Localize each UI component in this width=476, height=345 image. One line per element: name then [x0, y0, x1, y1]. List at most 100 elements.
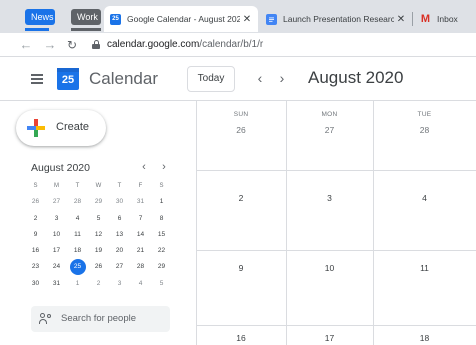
close-tab-icon[interactable]: ✕	[394, 14, 408, 25]
mini-calendar-today[interactable]: 25	[67, 259, 88, 276]
search-people-placeholder: Search for people	[61, 313, 136, 324]
tab-group-news[interactable]: News	[25, 9, 55, 25]
main-menu-icon[interactable]	[31, 74, 43, 84]
day-cell-number[interactable]: 11	[373, 263, 476, 273]
mini-calendar-week-row: 26 27 28 29 30 31 1	[25, 194, 172, 210]
mini-calendar-day[interactable]: 28	[67, 194, 88, 210]
calendar-favicon-icon: 25	[110, 13, 121, 25]
mini-calendar-day[interactable]: 28	[130, 259, 151, 275]
mini-calendar-day[interactable]: 27	[46, 194, 67, 210]
day-cell-number[interactable]: 9	[196, 263, 286, 273]
mini-calendar-day[interactable]: 19	[88, 243, 109, 259]
mini-calendar-day[interactable]: 9	[25, 227, 46, 243]
mini-calendar-weekday: T	[117, 183, 122, 189]
mini-calendar-day[interactable]: 18	[67, 243, 88, 259]
mini-calendar-day[interactable]: 5	[88, 211, 109, 227]
mini-calendar-next-icon[interactable]: ›	[158, 160, 170, 174]
mini-calendar-day[interactable]: 6	[109, 211, 130, 227]
tab-gmail-inbox[interactable]: M Inbox	[412, 6, 476, 32]
mini-calendar-week-row: 30 31 1 2 3 4 5	[25, 276, 172, 292]
day-cell-number[interactable]: 28	[373, 125, 476, 135]
plus-icon	[27, 119, 45, 137]
lock-icon[interactable]	[92, 40, 100, 49]
back-arrow-icon[interactable]: ←	[18, 37, 34, 53]
docs-favicon-icon	[266, 13, 277, 25]
mini-calendar-day[interactable]: 7	[130, 211, 151, 227]
mini-calendar-week-row: 2345678	[25, 211, 172, 227]
mini-calendar-day[interactable]: 30	[109, 194, 130, 210]
mini-calendar-day[interactable]: 26	[25, 194, 46, 210]
mini-calendar-day[interactable]: 14	[130, 227, 151, 243]
today-button[interactable]: Today	[187, 66, 235, 92]
mini-calendar-day[interactable]: 10	[46, 227, 67, 243]
mini-calendar-day[interactable]: 23	[25, 259, 46, 275]
mini-calendar-day[interactable]: 30	[25, 276, 46, 292]
day-cell-number[interactable]: 18	[373, 333, 476, 343]
mini-calendar-day[interactable]: 8	[151, 211, 172, 227]
mini-calendar-week-row: 16 17 18 19 20 21 22	[25, 243, 172, 259]
mini-calendar-day[interactable]: 22	[151, 243, 172, 259]
mini-calendar-day[interactable]: 29	[151, 259, 172, 275]
mini-calendar-day[interactable]: 31	[46, 276, 67, 292]
mini-calendar-day[interactable]: 24	[46, 259, 67, 275]
next-week-chevron-icon[interactable]: ›	[275, 69, 289, 87]
day-cell-number[interactable]: 26	[196, 125, 286, 135]
create-button[interactable]: Create	[16, 110, 106, 146]
mini-calendar-day[interactable]: 29	[88, 194, 109, 210]
address-bar[interactable]: calendar.google.com/calendar/b/1/r	[107, 39, 263, 50]
close-tab-icon[interactable]: ✕	[240, 14, 254, 25]
mini-calendar-day[interactable]: 1	[151, 194, 172, 210]
previous-week-chevron-icon[interactable]: ‹	[253, 69, 267, 87]
mini-calendar-day[interactable]: 2	[88, 276, 109, 292]
mini-calendar-day[interactable]: 1	[67, 276, 88, 292]
browser-toolbar: ← → ↻ calendar.google.com/calendar/b/1/r	[0, 33, 476, 57]
day-cell-number[interactable]: 3	[286, 193, 373, 203]
mini-calendar-day[interactable]: 4	[130, 276, 151, 292]
mini-calendar-title: August 2020	[31, 162, 90, 174]
mini-calendar-prev-icon[interactable]: ‹	[138, 160, 150, 174]
grid-row-divider	[196, 250, 476, 251]
day-cell-number[interactable]: 10	[286, 263, 373, 273]
day-cell-number[interactable]: 16	[196, 333, 286, 343]
mini-calendar-day[interactable]: 2	[25, 211, 46, 227]
mini-calendar-day[interactable]: 21	[130, 243, 151, 259]
tab-title: Inbox	[437, 14, 458, 24]
day-cell-number[interactable]: 17	[286, 333, 373, 343]
tab-title: Google Calendar - August 2020	[127, 14, 240, 24]
day-cell-number[interactable]: 27	[286, 125, 373, 135]
tab-group-work[interactable]: Work	[71, 9, 101, 25]
mini-calendar-day[interactable]: 11	[67, 227, 88, 243]
day-cell-number[interactable]: 4	[373, 193, 476, 203]
mini-calendar-day[interactable]: 4	[67, 211, 88, 227]
mini-calendar-day[interactable]: 5	[151, 276, 172, 292]
mini-calendar-day[interactable]: 20	[109, 243, 130, 259]
tab-launch-presentation[interactable]: Launch Presentation Research ✕	[258, 6, 412, 32]
tab-google-calendar[interactable]: 25 Google Calendar - August 2020 ✕	[104, 6, 258, 32]
people-icon	[39, 313, 53, 325]
mini-calendar-day[interactable]: 31	[130, 194, 151, 210]
day-cell-number[interactable]: 2	[196, 193, 286, 203]
search-people-input[interactable]: Search for people	[31, 306, 170, 332]
mini-calendar-day[interactable]: 15	[151, 227, 172, 243]
forward-arrow-icon[interactable]: →	[42, 37, 58, 53]
mini-calendar-day[interactable]: 3	[109, 276, 130, 292]
mini-calendar-week-row: 9 10 11 12 13 14 15	[25, 227, 172, 243]
grid-column-divider	[196, 101, 197, 345]
reload-icon[interactable]: ↻	[64, 37, 80, 53]
day-of-week-header: MON	[321, 111, 338, 118]
mini-calendar-weekday: S	[33, 183, 38, 189]
mini-calendar-day[interactable]: 16	[25, 243, 46, 259]
mini-calendar: S M T W T F S 26 27 28 29 30 31 1 2 3 4 5 6 7 8 9 10 11 12 13 14 15…	[25, 178, 172, 292]
current-month-title: August 2020	[308, 68, 404, 87]
mini-calendar-weekday: M	[54, 183, 59, 189]
day-of-week-header: SUN	[233, 111, 249, 118]
day-of-week-header: TUE	[417, 111, 432, 118]
mini-calendar-day[interactable]: 27	[109, 259, 130, 275]
mini-calendar-day[interactable]: 26	[88, 259, 109, 275]
mini-calendar-weekday: W	[95, 183, 102, 189]
mini-calendar-weekday-row: SMTWTFS	[25, 178, 172, 194]
mini-calendar-day[interactable]: 17	[46, 243, 67, 259]
mini-calendar-day[interactable]: 3	[46, 211, 67, 227]
mini-calendar-day[interactable]: 13	[109, 227, 130, 243]
mini-calendar-day[interactable]: 12	[88, 227, 109, 243]
